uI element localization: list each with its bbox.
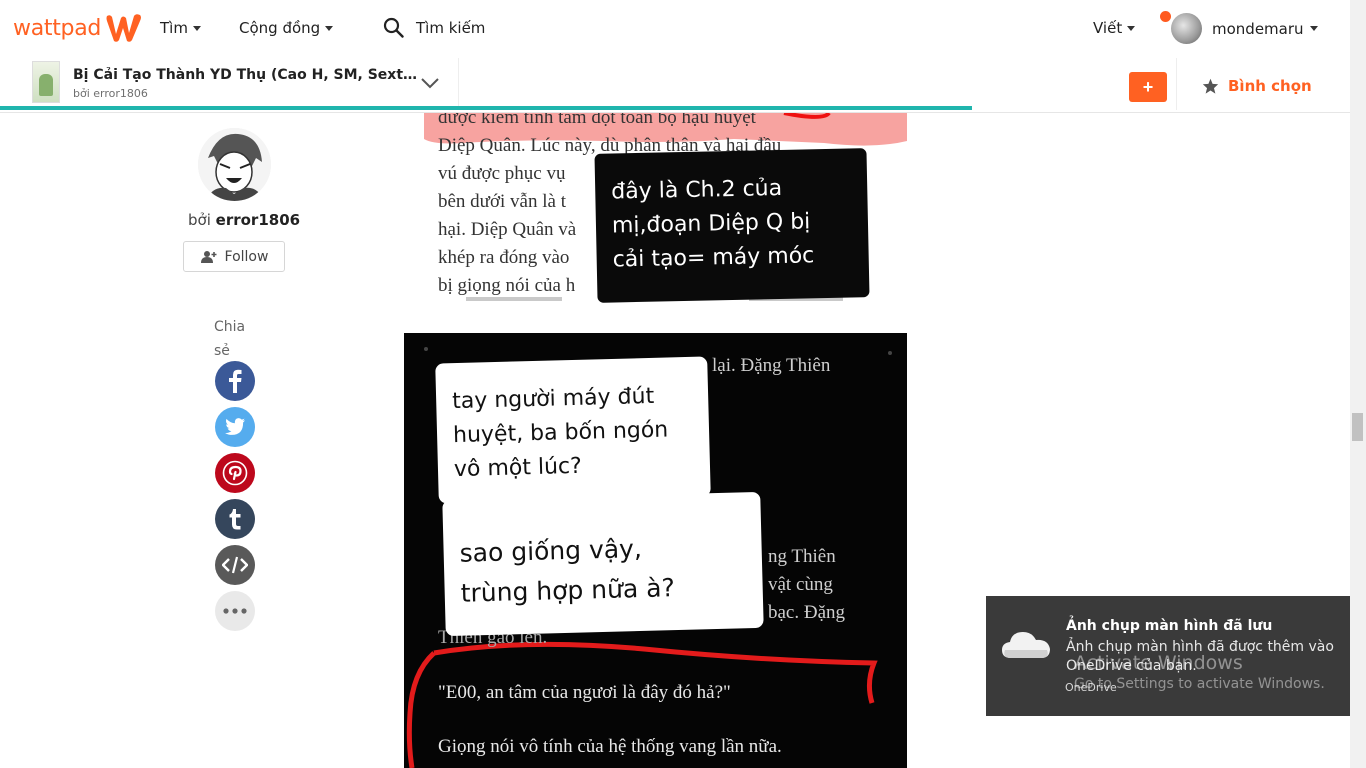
divider — [458, 58, 459, 108]
twitter-icon — [225, 418, 245, 435]
speech-bubble-1: tay người máy đút huyệt, ba bốn ngón vô … — [435, 356, 711, 504]
nav-write-label: Viết — [1093, 19, 1123, 37]
speech-bubble-2: sao giống vậy, trùng hợp nữa à? — [442, 491, 764, 637]
annotation-note: đây là Ch.2 của mị,đoạn Diệp Q bị cải tạ… — [594, 148, 870, 303]
bg-text-line: vật cùng — [768, 574, 833, 595]
share-pinterest-button[interactable] — [215, 453, 255, 493]
top-navigation: wattpad Tìm Cộng đồng Tìm kiếm Viết mond… — [0, 0, 1350, 58]
search-box[interactable]: Tìm kiếm — [383, 17, 485, 38]
wattpad-logo[interactable]: wattpad — [13, 12, 143, 44]
share-tumblr-button[interactable] — [215, 499, 255, 539]
author-byline: bởi error1806 — [188, 211, 300, 229]
story-image-1: được kiếm tính tâm đột toàn bộ hạu huyệt… — [404, 113, 907, 309]
annotation-line: cải tạo= máy móc — [612, 243, 815, 273]
story-author[interactable]: bởi error1806 — [73, 87, 148, 100]
embed-icon — [222, 556, 248, 574]
bg-text-line: ng Thiên — [768, 546, 836, 567]
username-label: mondemaru — [1212, 19, 1304, 38]
bg-text-top: lại. Đặng Thiên — [712, 355, 831, 376]
nav-browse-label: Tìm — [160, 19, 188, 37]
pinterest-icon — [222, 460, 248, 486]
windows-activation-watermark-subtitle: Go to Settings to activate Windows. — [1074, 676, 1325, 692]
nav-community-label: Cộng đồng — [239, 19, 321, 37]
page-scrollbar[interactable] — [1350, 0, 1366, 768]
story-title[interactable]: Bị Cải Tạo Thành YD Thụ (Cao H, SM, Sext… — [73, 67, 418, 83]
more-icon — [223, 608, 247, 614]
add-to-library-button[interactable]: + — [1129, 72, 1167, 102]
user-menu[interactable]: mondemaru — [1171, 13, 1318, 44]
author-name-link[interactable]: error1806 — [216, 211, 300, 229]
bubble-line: vô một lúc? — [453, 453, 583, 483]
share-more-button[interactable] — [215, 591, 255, 631]
notification-dot — [1160, 11, 1171, 22]
annotation-line: đây là Ch.2 của — [611, 175, 783, 205]
caret-down-icon — [1127, 26, 1136, 31]
tumblr-icon — [229, 509, 241, 530]
text-line: Giọng nói vô tính của hệ thống vang lần … — [438, 736, 782, 757]
scrollbar-thumb[interactable] — [1352, 413, 1363, 441]
share-facebook-button[interactable] — [215, 361, 255, 401]
star-icon — [1202, 78, 1219, 94]
author-avatar-art — [198, 128, 271, 201]
search-icon — [383, 17, 404, 38]
divider — [1176, 58, 1177, 110]
author-by-label: bởi — [188, 211, 211, 229]
bubble-line: trùng hợp nữa à? — [460, 573, 676, 608]
story-header-bar: Bị Cải Tạo Thành YD Thụ (Cao H, SM, Sext… — [0, 58, 1350, 113]
nav-write-menu[interactable]: Viết — [1093, 19, 1136, 37]
story-cover[interactable] — [32, 61, 60, 103]
annotation-line: mị,đoạn Diệp Q bị — [611, 209, 811, 239]
chevron-down-icon[interactable] — [420, 76, 440, 90]
search-label: Tìm kiếm — [416, 18, 486, 37]
add-user-icon — [200, 251, 217, 263]
share-embed-button[interactable] — [215, 545, 255, 585]
toast-title: Ảnh chụp màn hình đã lưu — [1066, 618, 1273, 634]
caret-down-icon — [325, 26, 334, 31]
vote-label: Bình chọn — [1228, 77, 1312, 95]
author-avatar[interactable] — [198, 128, 271, 201]
follow-button[interactable]: Follow — [183, 241, 285, 272]
nav-community-menu[interactable]: Cộng đồng — [239, 19, 334, 37]
follow-label: Follow — [224, 248, 269, 265]
wattpad-w-icon — [106, 14, 142, 42]
bg-text-line: bạc. Đặng — [768, 602, 846, 623]
facebook-icon — [229, 369, 242, 393]
nav-browse-menu[interactable]: Tìm — [160, 19, 201, 37]
quote-line: "E00, an tâm của ngươi là đây đó hả?" — [438, 682, 731, 703]
windows-activation-watermark-title: Activate Windows — [1074, 652, 1243, 674]
caret-down-icon — [192, 26, 201, 31]
cloud-icon — [1002, 632, 1050, 658]
text-line: được kiếm tính tâm đột toàn bộ hạu huyệt — [438, 113, 756, 128]
caret-down-icon — [1309, 26, 1318, 31]
logo-wordmark: wattpad — [13, 15, 102, 41]
reading-progress-bar — [0, 106, 972, 110]
share-label: Chia sẻ — [214, 319, 246, 359]
story-image-2: lại. Đặng Thiên ng Thiên vật cùng bạc. Đ… — [404, 333, 907, 768]
user-avatar — [1171, 13, 1202, 44]
share-twitter-button[interactable] — [215, 407, 255, 447]
vote-button[interactable]: Bình chọn — [1202, 77, 1312, 95]
